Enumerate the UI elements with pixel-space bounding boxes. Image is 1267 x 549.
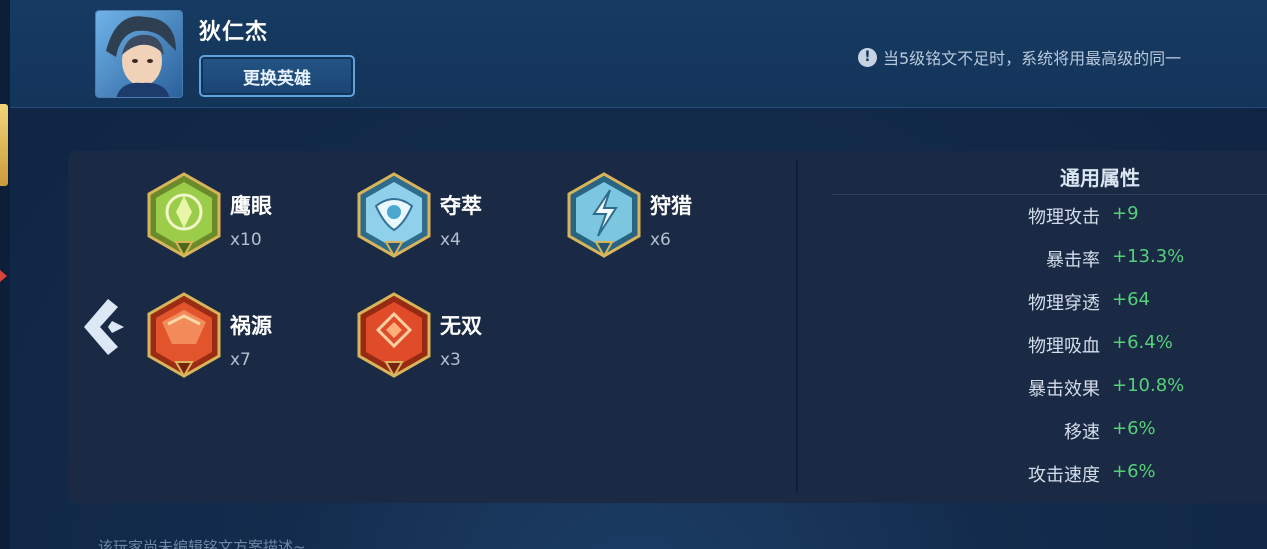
side-tab[interactable]	[0, 104, 8, 186]
notice-bar: ! 当5级铭文不足时，系统将用最高级的同一	[858, 45, 1267, 69]
attribute-value: +6%	[1112, 461, 1156, 482]
rune-plan-description: 该玩家尚未编辑铭文方案描述~	[98, 538, 306, 549]
attributes-divider	[832, 194, 1267, 195]
switch-hero-button[interactable]: 更换英雄	[199, 55, 355, 97]
hero-name: 狄仁杰	[199, 20, 269, 45]
attribute-row: 暴击效果 +10.8%	[900, 375, 1267, 403]
rune-item[interactable]: 鹰眼 x10	[146, 172, 321, 262]
hero-avatar	[95, 10, 183, 98]
rune-item[interactable]: 无双 x3	[356, 292, 531, 382]
panel-divider	[796, 160, 798, 494]
rune-item[interactable]: 夺萃 x4	[356, 172, 531, 262]
rune-name: 无双	[440, 314, 482, 338]
rune-count: x6	[650, 230, 671, 250]
red-rune-icon	[147, 292, 221, 378]
red-rune-icon	[357, 292, 431, 378]
rune-name: 祸源	[230, 314, 272, 338]
rune-count: x7	[230, 350, 251, 370]
rune-item[interactable]: 狩猎 x6	[566, 172, 741, 262]
back-arrow-icon[interactable]	[78, 295, 126, 359]
rune-name: 夺萃	[440, 194, 482, 218]
rune-item[interactable]: 祸源 x7	[146, 292, 321, 382]
blue-rune-icon	[357, 172, 431, 258]
attribute-row: 物理吸血 +6.4%	[900, 332, 1267, 360]
attribute-label: 攻击速度	[1028, 465, 1100, 486]
rune-count: x3	[440, 350, 461, 370]
attribute-value: +10.8%	[1112, 375, 1185, 396]
attribute-row: 移速 +6%	[900, 418, 1267, 446]
attribute-value: +6.4%	[1112, 332, 1173, 353]
attribute-label: 物理吸血	[1028, 336, 1100, 357]
attribute-row: 物理穿透 +64	[900, 289, 1267, 317]
rune-count: x4	[440, 230, 461, 250]
rune-count: x10	[230, 230, 262, 250]
attribute-value: +6%	[1112, 418, 1156, 439]
attribute-row: 物理攻击 +9	[900, 203, 1267, 231]
attribute-value: +64	[1112, 289, 1150, 310]
green-rune-icon	[147, 172, 221, 258]
attribute-value: +13.3%	[1112, 246, 1185, 267]
info-icon: !	[858, 47, 877, 67]
side-arrow-icon[interactable]	[0, 270, 7, 282]
attribute-label: 物理攻击	[1028, 207, 1100, 228]
attribute-label: 物理穿透	[1028, 293, 1100, 314]
notice-text: 当5级铭文不足时，系统将用最高级的同一	[883, 49, 1182, 68]
attribute-label: 暴击率	[1046, 250, 1100, 271]
attribute-label: 移速	[1064, 422, 1100, 443]
attribute-row: 暴击率 +13.3%	[900, 246, 1267, 274]
attributes-title: 通用属性	[1060, 166, 1140, 190]
rune-name: 狩猎	[650, 194, 692, 218]
blue-rune-icon	[567, 172, 641, 258]
attribute-row: 攻击速度 +6%	[900, 461, 1267, 489]
attribute-label: 暴击效果	[1028, 379, 1100, 400]
rune-name: 鹰眼	[230, 194, 272, 218]
attribute-value: +9	[1112, 203, 1139, 224]
